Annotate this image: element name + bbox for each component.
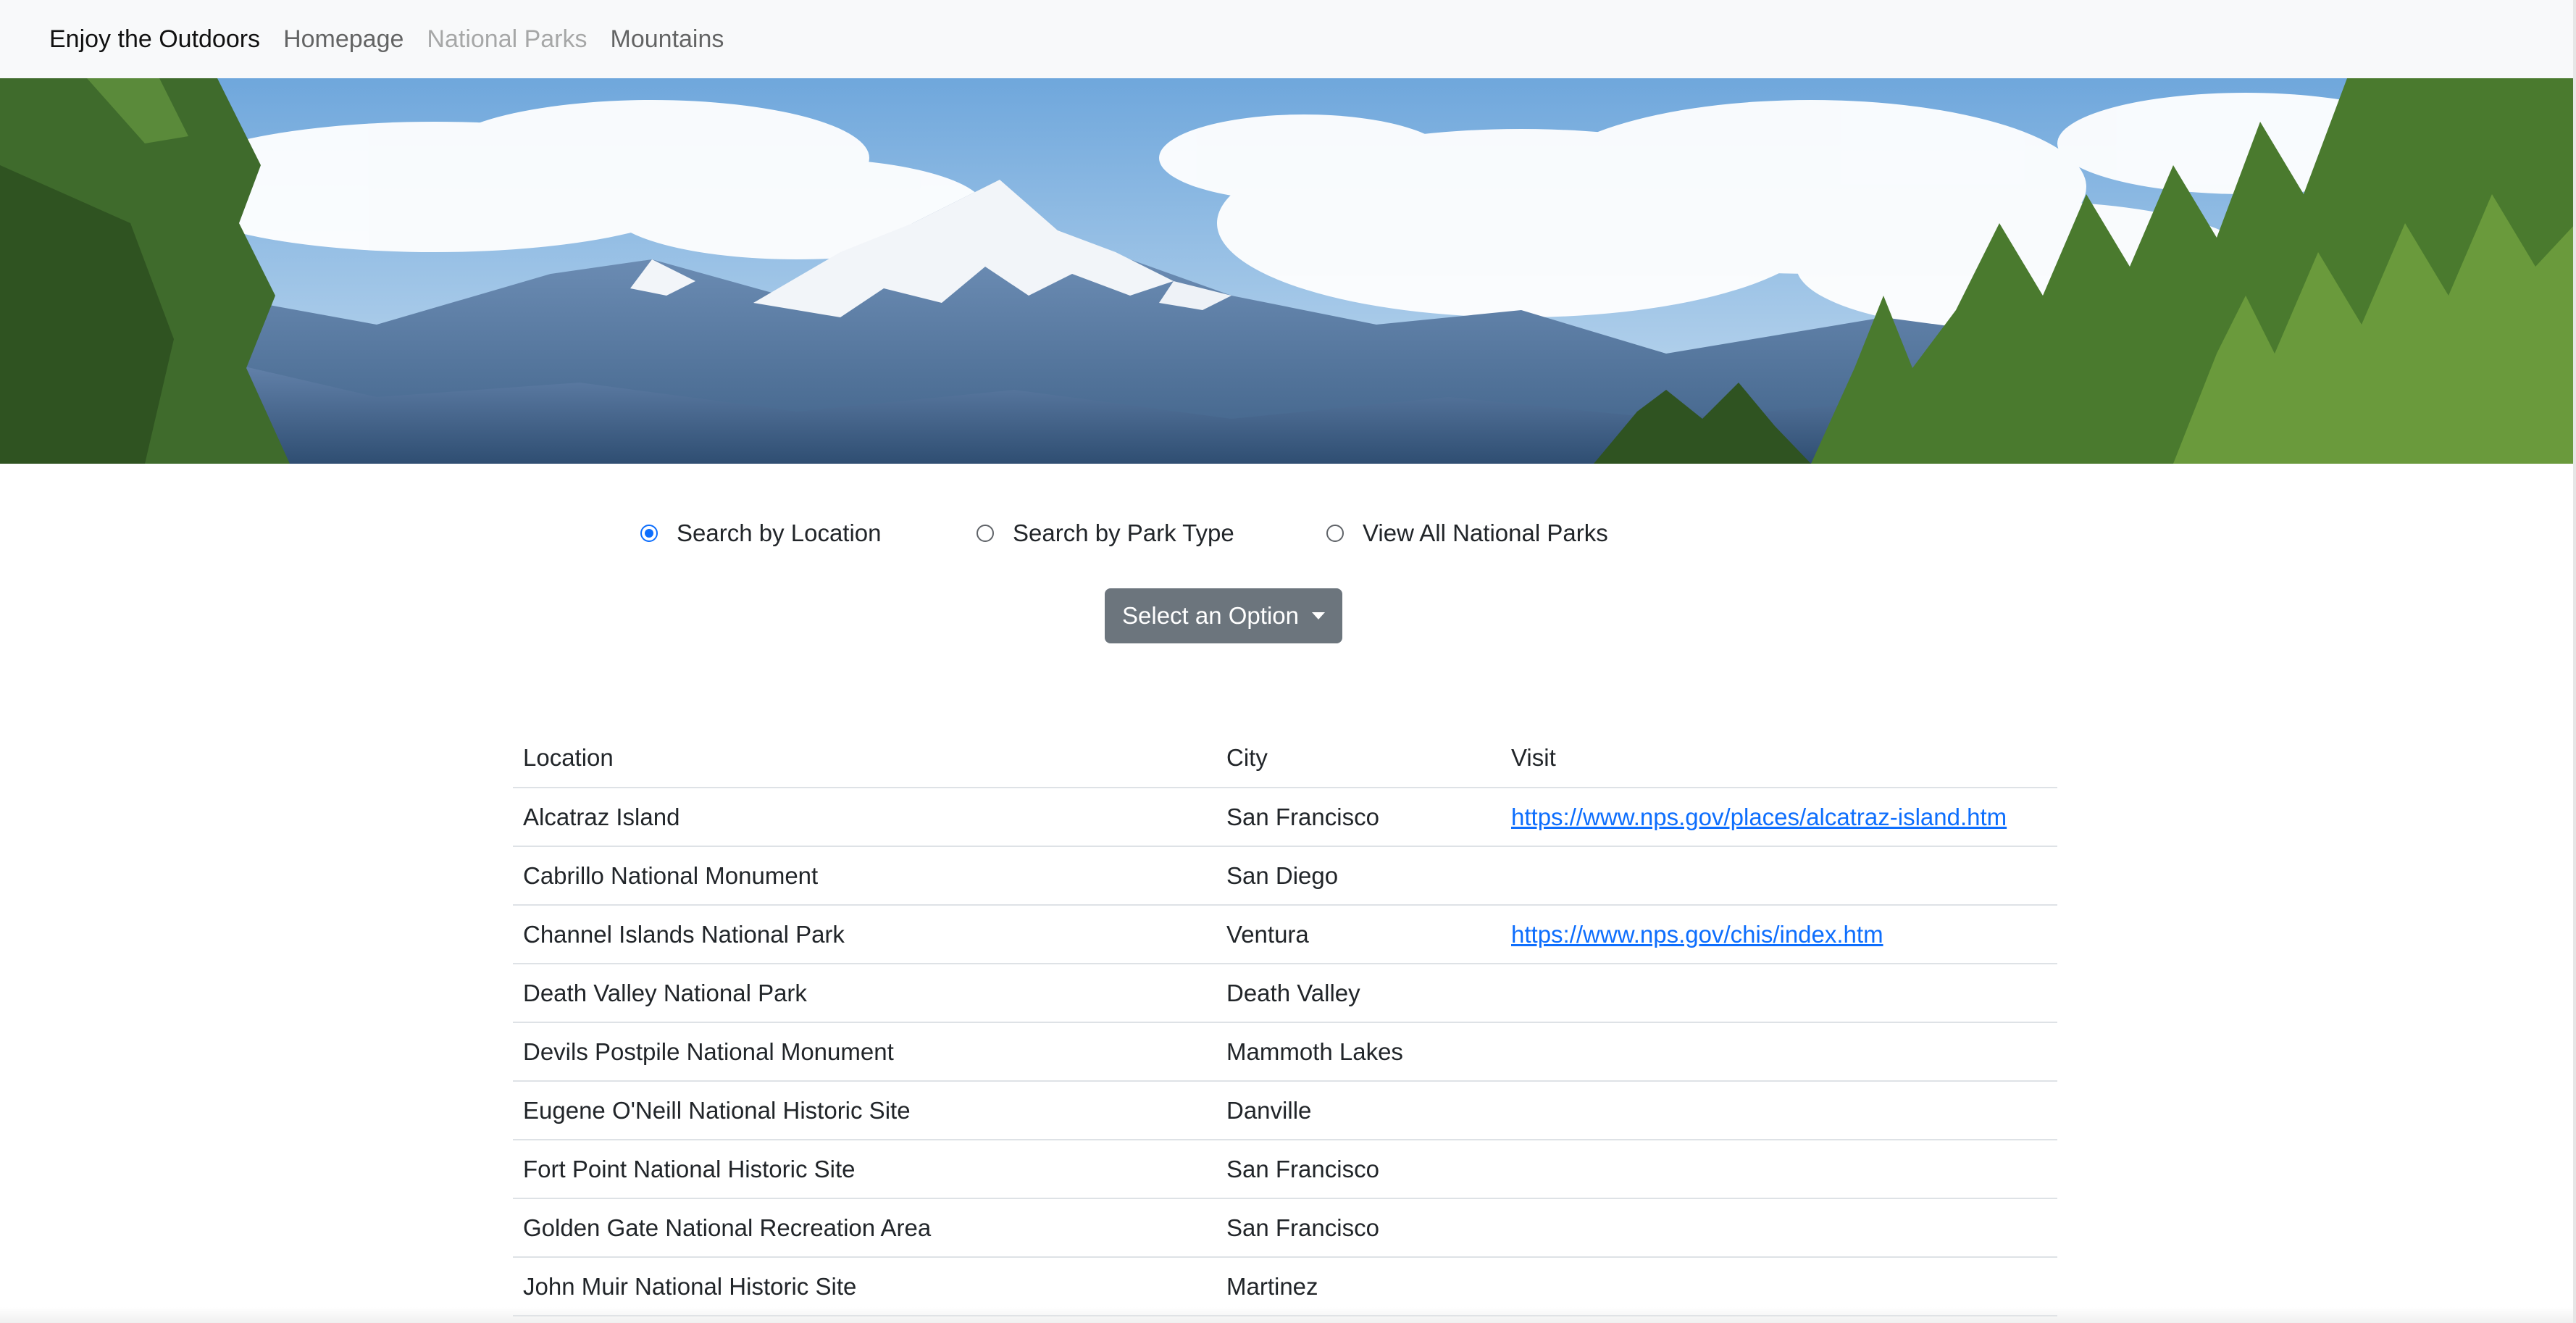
radio-label-park-type: Search by Park Type [1013,519,1234,546]
select-option-dropdown-button[interactable]: Select an Option [1105,588,1342,643]
table-row: Devils Postpile National Monument Mammot… [513,1022,2057,1082]
caret-down-icon [1312,612,1325,619]
cell-city: Danville [1216,1081,1501,1140]
cell-location: Alcatraz Island [513,788,1216,847]
radio-search-by-park-type[interactable]: Search by Park Type [977,507,1234,559]
cell-visit [1501,1140,2057,1199]
cell-location: Fort Point National Historic Site [513,1140,1216,1199]
navbar: Enjoy the Outdoors Homepage National Par… [0,0,2576,78]
radio-search-by-location[interactable]: Search by Location [640,507,882,559]
radio-view-all-parks[interactable]: View All National Parks [1326,507,1608,559]
table-row: Alcatraz Island San Francisco https://ww… [513,788,2057,847]
cell-visit [1501,1081,2057,1140]
cell-city: San Francisco [1216,1140,1501,1199]
cell-location: Channel Islands National Park [513,905,1216,964]
radio-button-checked[interactable] [640,525,658,542]
cell-city: Ventura [1216,905,1501,964]
column-header-location: Location [513,729,1216,788]
cell-location: Eugene O'Neill National Historic Site [513,1081,1216,1140]
cell-city: San Francisco [1216,1198,1501,1258]
table-row: Fort Point National Historic Site San Fr… [513,1140,2057,1199]
cell-visit: https://www.nps.gov/chis/index.htm [1501,905,2057,964]
cell-visit: https://www.nps.gov/places/alcatraz-isla… [1501,788,2057,847]
cell-city: San Diego [1216,846,1501,906]
cell-location: Golden Gate National Recreation Area [513,1198,1216,1258]
cell-city: Mammoth Lakes [1216,1022,1501,1082]
hero-banner-image [0,78,2576,464]
cell-visit [1501,846,2057,906]
radio-button[interactable] [977,525,994,542]
visit-link[interactable]: https://www.nps.gov/places/alcatraz-isla… [1511,804,2007,830]
table-row: Death Valley National Park Death Valley [513,964,2057,1023]
cell-city: San Francisco [1216,788,1501,847]
dropdown-label: Select an Option [1122,602,1299,629]
parks-table-container: Location City Visit Alcatraz Island San … [513,729,2057,1316]
search-options: Search by Location Search by Park Type V… [0,507,2576,559]
parks-table: Location City Visit Alcatraz Island San … [513,729,2057,1316]
table-header-row: Location City Visit [513,729,2057,788]
column-header-city: City [1216,729,1501,788]
table-row: Golden Gate National Recreation Area San… [513,1198,2057,1258]
table-row: Channel Islands National Park Ventura ht… [513,905,2057,964]
cell-visit [1501,1022,2057,1082]
radio-label-location: Search by Location [677,519,882,546]
cell-location: Cabrillo National Monument [513,846,1216,906]
radio-label-view-all: View All National Parks [1363,519,1608,546]
radio-button[interactable] [1326,525,1344,542]
cell-location: Death Valley National Park [513,964,1216,1023]
navbar-brand[interactable]: Enjoy the Outdoors [49,25,260,54]
nav-link-mountains[interactable]: Mountains [611,25,724,54]
visit-link[interactable]: https://www.nps.gov/chis/index.htm [1511,921,1883,948]
mountain-landscape-illustration [0,78,2576,464]
cell-visit [1501,964,2057,1023]
cell-location: Devils Postpile National Monument [513,1022,1216,1082]
table-row: Eugene O'Neill National Historic Site Da… [513,1081,2057,1140]
nav-link-national-parks: National Parks [427,25,587,53]
nav-link-homepage[interactable]: Homepage [283,25,403,54]
cell-visit [1501,1198,2057,1258]
cell-city: Death Valley [1216,964,1501,1023]
column-header-visit: Visit [1501,729,2057,788]
bottom-fade [0,1307,2576,1323]
page: Enjoy the Outdoors Homepage National Par… [0,0,2576,1323]
vertical-scrollbar[interactable] [2573,0,2576,1323]
table-row: Cabrillo National Monument San Diego [513,846,2057,906]
